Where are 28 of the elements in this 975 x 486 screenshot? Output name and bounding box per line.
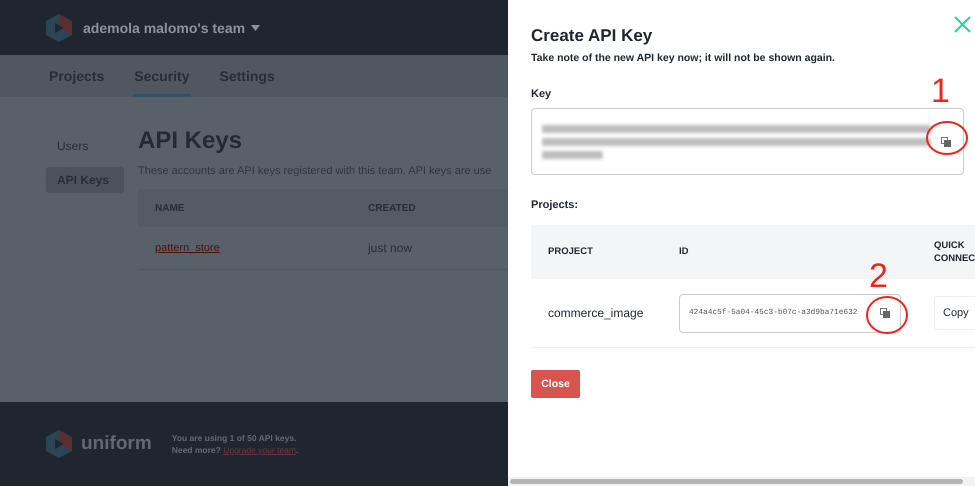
brand-name: uniform — [81, 433, 152, 455]
caret-icon[interactable] — [251, 24, 260, 30]
column-header: PROJECT — [548, 245, 594, 259]
copy-button[interactable]: Copy — [934, 296, 975, 330]
key-field[interactable] — [531, 108, 964, 175]
drawer-subtitle: Take note of the new API key now; it will not be shown again. — [531, 52, 836, 64]
key-label: Key — [531, 88, 552, 100]
column-header: QUICK CONNEC — [934, 238, 975, 266]
logo-icon — [45, 429, 73, 459]
annotation-circle — [925, 120, 969, 156]
copy-icon[interactable] — [941, 136, 951, 146]
annotation-number: 2 — [869, 259, 888, 293]
upgrade-text: Need more? Upgrade your team. — [172, 445, 298, 455]
drawer-title: Create API Key — [531, 26, 654, 46]
scrollbar-thumb[interactable] — [510, 479, 963, 484]
close-button[interactable]: Close — [531, 370, 580, 398]
logo-icon — [45, 12, 73, 42]
upgrade-link[interactable]: Upgrade your team — [223, 445, 296, 455]
usage-text: You are using 1 of 50 API keys. — [172, 433, 298, 443]
copy-icon[interactable] — [880, 308, 890, 318]
page-title: API Keys — [138, 127, 244, 155]
key-name-link[interactable]: pattern_store — [155, 242, 220, 254]
column-header: ID — [679, 245, 690, 259]
annotation-circle — [865, 295, 909, 335]
annotation-number: 1 — [931, 74, 950, 108]
project-name: commerce_image — [548, 306, 644, 320]
team-name[interactable]: ademola malomo's team — [83, 20, 246, 36]
projects-label: Projects: — [531, 199, 578, 211]
